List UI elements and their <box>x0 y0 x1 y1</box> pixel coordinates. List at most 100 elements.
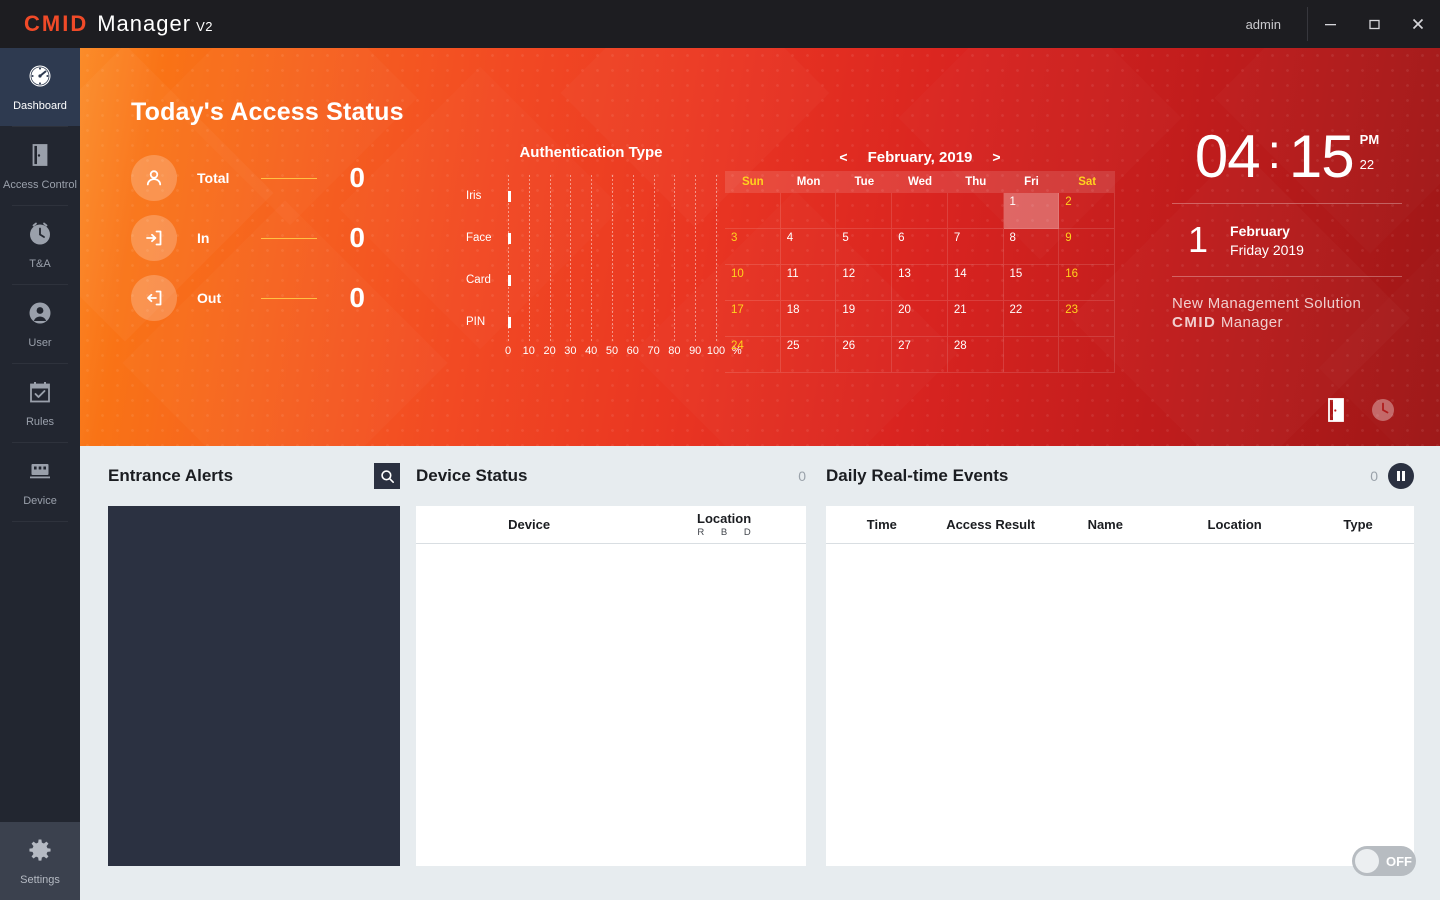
column-header-device[interactable]: Device <box>416 506 642 543</box>
divider <box>261 237 317 239</box>
calendar-day-cell[interactable]: 7 <box>947 229 1004 265</box>
door-icon[interactable] <box>1326 397 1348 428</box>
calendar-next-button[interactable]: > <box>972 149 1020 165</box>
calendar-day-cell[interactable]: 5 <box>836 229 893 265</box>
calendar-day-cell[interactable]: 17 <box>725 301 781 337</box>
chart-bar-row <box>508 259 716 301</box>
maximize-icon[interactable] <box>1360 0 1388 48</box>
tagline-top: New Management Solution <box>1172 295 1362 312</box>
chart-title: Authentication Type <box>519 144 663 161</box>
clock-hour: 04 <box>1194 123 1261 190</box>
sidebar-item-label: T&A <box>29 257 51 270</box>
device-status-table[interactable]: Device Location R B D <box>416 506 806 866</box>
entrance-alerts-viewport[interactable] <box>108 506 400 866</box>
calendar-day-cell[interactable]: 20 <box>892 301 948 337</box>
calendar-prev-button[interactable]: < <box>819 149 867 165</box>
sidebar-item-access-control[interactable]: Access Control <box>0 127 80 205</box>
column-label: Time <box>866 517 897 532</box>
calendar-day-cell[interactable]: 23 <box>1059 301 1115 337</box>
calendar-cell-empty <box>1003 337 1060 373</box>
stat-value: 0 <box>349 282 365 313</box>
chart-bar <box>508 316 511 328</box>
realtime-toggle[interactable]: OFF <box>1352 846 1416 876</box>
calendar-day-cell[interactable]: 11 <box>780 265 837 301</box>
calendar-day-cell[interactable]: 8 <box>1003 229 1060 265</box>
clock-day-number: 1 <box>1188 219 1209 260</box>
sidebar-item-device[interactable]: Device <box>0 443 80 521</box>
device-status-count: 0 <box>798 468 806 484</box>
calendar-day-cell[interactable]: 13 <box>892 265 948 301</box>
column-header-location[interactable]: Location <box>1167 506 1302 543</box>
dashboard-hero: Today's Access Status Total 0 In 0 Out 0… <box>80 48 1440 446</box>
divider <box>1172 276 1402 277</box>
chart-x-tick-label: 70 <box>647 345 660 357</box>
calendar-day-cell[interactable]: 24 <box>725 337 781 373</box>
calendar-day-cell[interactable]: 4 <box>780 229 837 265</box>
column-label: Location <box>1207 517 1262 532</box>
calendar-day-cell[interactable]: 22 <box>1003 301 1060 337</box>
column-header-location[interactable]: Location R B D <box>642 506 806 543</box>
calendar-day-cell[interactable]: 19 <box>836 301 893 337</box>
events-table[interactable]: Time Access Result Name Location Type <box>826 506 1414 866</box>
minimize-icon[interactable] <box>1316 0 1344 48</box>
calendar-weekday: Sat <box>1078 176 1097 188</box>
column-label: Device <box>508 517 551 532</box>
chart-bars <box>508 175 716 343</box>
clock-date: 1 February Friday 2019 <box>1162 222 1412 258</box>
calendar-day-cell[interactable]: 26 <box>836 337 893 373</box>
sidebar: Dashboard Access Control T&A User Rules … <box>0 48 80 900</box>
calendar-day-cell[interactable]: 2 <box>1059 193 1115 229</box>
chart-x-tick-label: 0 <box>504 345 512 357</box>
chart-bar-row <box>508 217 716 259</box>
calendar-day-cell[interactable]: 3 <box>725 229 781 265</box>
chart-x-tick-label: 30 <box>564 345 577 357</box>
clock-icon[interactable] <box>1370 397 1396 428</box>
calendar-cell-empty <box>780 193 837 229</box>
column-header-type[interactable]: Type <box>1302 506 1414 543</box>
clock-colon: : <box>1267 126 1281 179</box>
calendar-day-cell[interactable]: 16 <box>1059 265 1115 301</box>
calendar-day-cell[interactable]: 9 <box>1059 229 1115 265</box>
calendar-day-cell[interactable]: 28 <box>947 337 1004 373</box>
arrow-in-icon <box>131 215 177 261</box>
sidebar-item-settings[interactable]: Settings <box>0 822 80 900</box>
sidebar-item-label: User <box>28 336 52 349</box>
calendar-day-cell[interactable]: 18 <box>780 301 837 337</box>
stat-label: Total <box>197 170 230 186</box>
chart-x-tick-label: 60 <box>626 345 639 357</box>
pause-icon[interactable] <box>1388 463 1414 489</box>
column-header-name[interactable]: Name <box>1044 506 1167 543</box>
column-label: Access Result <box>946 517 1036 532</box>
calendar-day-cell[interactable]: 10 <box>725 265 781 301</box>
calendar-check-icon <box>27 379 53 410</box>
calendar-grid: 1 2 3 4 5 6 7 8 9 10 11 12 13 14 15 16 17 18 19 20 21 22 23 24 2… <box>725 193 1115 373</box>
sidebar-item-rules[interactable]: Rules <box>0 364 80 442</box>
current-user-label[interactable]: admin <box>1220 17 1307 32</box>
calendar-day-cell[interactable]: 6 <box>892 229 948 265</box>
calendar-day-cell[interactable]: 1 <box>1003 193 1060 229</box>
sidebar-item-ta[interactable]: T&A <box>0 206 80 284</box>
calendar-day-cell[interactable]: 27 <box>892 337 948 373</box>
calendar-day-cell[interactable]: 25 <box>780 337 837 373</box>
clock-weekday-year: Friday 2019 <box>1230 241 1304 258</box>
tagline-rest: Manager <box>1216 314 1283 331</box>
calendar-day-cell[interactable]: 12 <box>836 265 893 301</box>
clock-date-info: February Friday 2019 <box>1230 223 1304 258</box>
close-icon[interactable] <box>1404 0 1432 48</box>
chart-x-tick-label: 40 <box>585 345 598 357</box>
table-header-row: Device Location R B D <box>416 506 806 544</box>
panel-header: Device Status 0 <box>416 446 806 506</box>
column-header-time[interactable]: Time <box>826 506 938 543</box>
sidebar-item-label: Settings <box>20 873 60 886</box>
calendar-day-cell[interactable]: 14 <box>947 265 1004 301</box>
product-tagline: New Management Solution CMID Manager <box>1162 295 1412 331</box>
sidebar-item-dashboard[interactable]: Dashboard <box>0 48 80 126</box>
calendar-day-cell[interactable]: 15 <box>1003 265 1060 301</box>
column-header-access-result[interactable]: Access Result <box>938 506 1044 543</box>
toggle-knob <box>1355 849 1379 873</box>
search-icon[interactable] <box>374 463 400 489</box>
calendar-day-cell[interactable]: 21 <box>947 301 1004 337</box>
sidebar-item-user[interactable]: User <box>0 285 80 363</box>
person-icon <box>131 155 177 201</box>
stat-label: In <box>197 230 210 246</box>
